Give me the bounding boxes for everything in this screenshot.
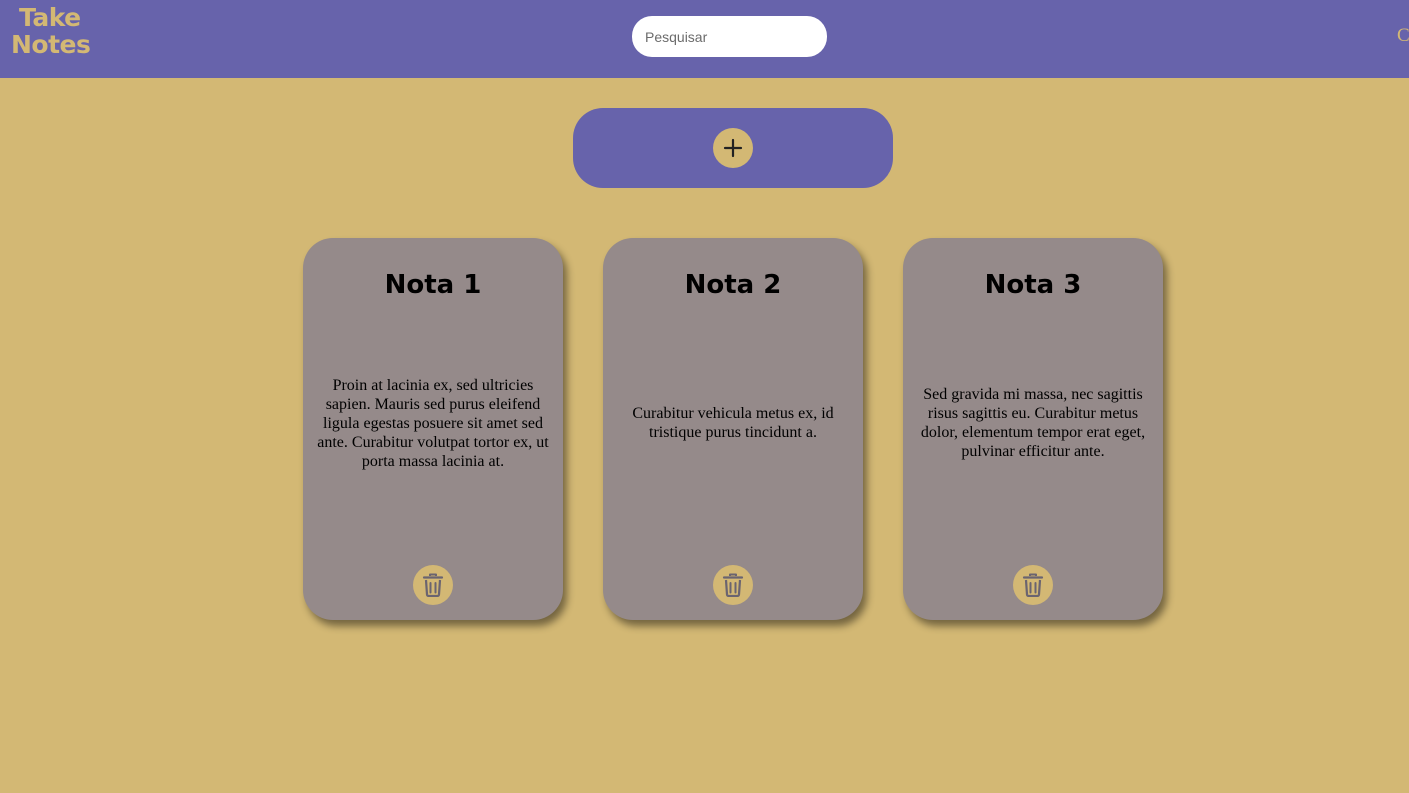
- search-input[interactable]: [632, 16, 827, 57]
- trash-icon: [1022, 573, 1044, 597]
- note-text: Curabitur vehicula metus ex, id tristiqu…: [632, 405, 834, 441]
- add-note-panel: [573, 108, 893, 188]
- note-text: Proin at lacinia ex, sed ultricies sapie…: [317, 376, 549, 470]
- note-title: Nota 2: [684, 270, 782, 300]
- app-logo[interactable]: Take Notes: [11, 3, 91, 59]
- trash-icon: [722, 573, 744, 597]
- note-card[interactable]: Nota 2 Curabitur vehicula metus ex, id t…: [603, 238, 863, 620]
- delete-note-button[interactable]: [413, 565, 453, 605]
- delete-note-button[interactable]: [1013, 565, 1053, 605]
- note-body: Curabitur vehicula metus ex, id tristiqu…: [613, 328, 853, 588]
- delete-note-button[interactable]: [713, 565, 753, 605]
- header-right-link[interactable]: C: [1397, 25, 1409, 47]
- note-title: Nota 1: [384, 270, 482, 300]
- logo-line-notes: Notes: [11, 30, 91, 59]
- add-note-button[interactable]: [713, 128, 753, 168]
- note-body: Proin at lacinia ex, sed ultricies sapie…: [313, 328, 553, 588]
- note-card[interactable]: Nota 1 Proin at lacinia ex, sed ultricie…: [303, 238, 563, 620]
- note-card[interactable]: Nota 3 Sed gravida mi massa, nec sagitti…: [903, 238, 1163, 620]
- note-text: Sed gravida mi massa, nec sagittis risus…: [920, 386, 1146, 460]
- plus-icon: [723, 138, 743, 158]
- top-header: Take Notes C: [0, 0, 1409, 78]
- logo-line-take: Take: [19, 3, 81, 32]
- note-body: Sed gravida mi massa, nec sagittis risus…: [913, 328, 1153, 588]
- trash-icon: [422, 573, 444, 597]
- note-title: Nota 3: [984, 270, 1082, 300]
